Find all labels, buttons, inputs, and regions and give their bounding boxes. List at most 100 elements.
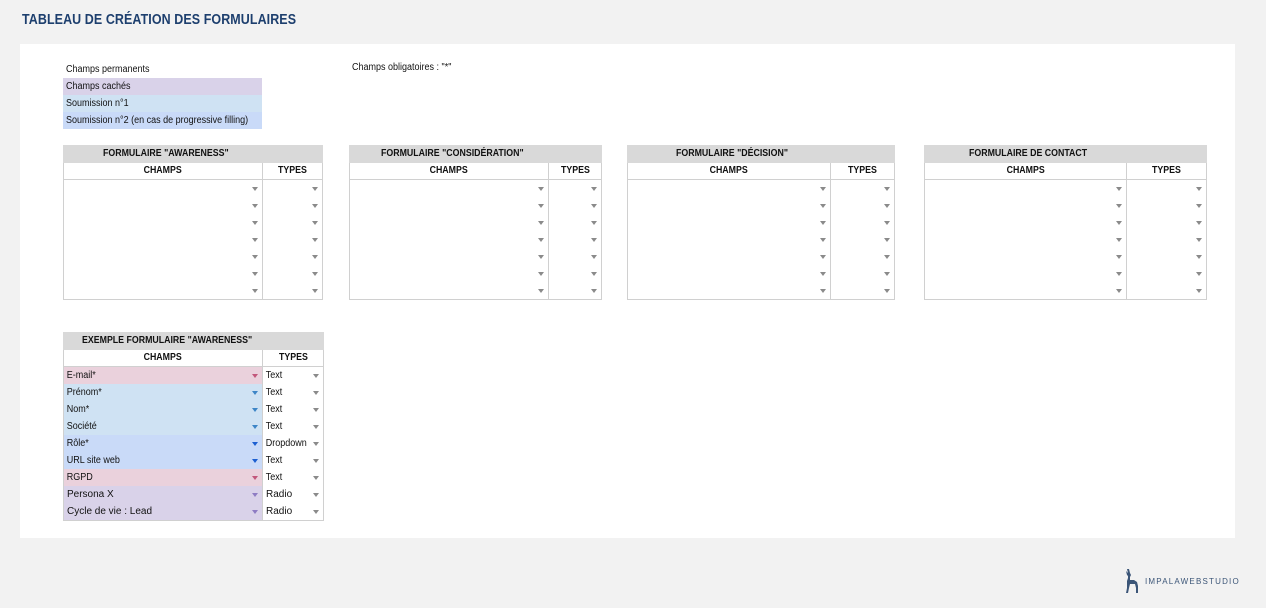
dropdown-arrow-icon[interactable]: [884, 238, 891, 242]
dropdown-arrow-icon[interactable]: [252, 187, 258, 191]
dropdown-arrow-icon[interactable]: [884, 221, 891, 225]
dropdown-arrow-icon[interactable]: [252, 442, 258, 446]
dropdown-arrow-icon[interactable]: [313, 391, 320, 395]
dropdown-arrow-icon[interactable]: [591, 221, 598, 225]
dropdown-arrow-icon[interactable]: [252, 221, 258, 225]
type-dropdown-cell[interactable]: [829, 282, 896, 300]
field-dropdown-cell[interactable]: [63, 179, 263, 197]
dropdown-arrow-icon[interactable]: [252, 289, 258, 293]
field-dropdown-cell[interactable]: Prénom*: [63, 384, 263, 401]
type-dropdown-cell[interactable]: [261, 231, 324, 248]
dropdown-arrow-icon[interactable]: [312, 204, 319, 208]
field-dropdown-cell[interactable]: [627, 231, 831, 248]
dropdown-arrow-icon[interactable]: [313, 442, 320, 446]
type-dropdown-cell[interactable]: [1126, 248, 1207, 265]
dropdown-arrow-icon[interactable]: [313, 374, 320, 378]
type-dropdown-cell[interactable]: Text: [261, 418, 325, 435]
field-dropdown-cell[interactable]: RGPD: [63, 469, 263, 486]
field-dropdown-cell[interactable]: [63, 214, 263, 231]
dropdown-arrow-icon[interactable]: [884, 272, 891, 276]
type-dropdown-cell[interactable]: Text: [261, 366, 325, 384]
dropdown-arrow-icon[interactable]: [1116, 187, 1122, 191]
dropdown-arrow-icon[interactable]: [591, 289, 598, 293]
type-dropdown-cell[interactable]: [547, 248, 603, 265]
dropdown-arrow-icon[interactable]: [591, 204, 598, 208]
dropdown-arrow-icon[interactable]: [252, 493, 258, 497]
dropdown-arrow-icon[interactable]: [538, 238, 544, 242]
dropdown-arrow-icon[interactable]: [820, 255, 826, 259]
field-dropdown-cell[interactable]: [627, 248, 831, 265]
dropdown-arrow-icon[interactable]: [313, 425, 320, 429]
field-dropdown-cell[interactable]: [627, 282, 831, 300]
type-dropdown-cell[interactable]: [1126, 179, 1207, 197]
dropdown-arrow-icon[interactable]: [1196, 289, 1202, 293]
dropdown-arrow-icon[interactable]: [538, 255, 544, 259]
dropdown-arrow-icon[interactable]: [312, 289, 319, 293]
dropdown-arrow-icon[interactable]: [252, 391, 258, 395]
dropdown-arrow-icon[interactable]: [1116, 272, 1122, 276]
field-dropdown-cell[interactable]: [627, 197, 831, 214]
type-dropdown-cell[interactable]: Dropdown: [261, 435, 325, 452]
type-dropdown-cell[interactable]: [829, 231, 896, 248]
dropdown-arrow-icon[interactable]: [1196, 272, 1202, 276]
type-dropdown-cell[interactable]: Text: [261, 384, 325, 401]
field-dropdown-cell[interactable]: [627, 214, 831, 231]
dropdown-arrow-icon[interactable]: [1116, 289, 1122, 293]
dropdown-arrow-icon[interactable]: [313, 459, 320, 463]
field-dropdown-cell[interactable]: [63, 197, 263, 214]
field-dropdown-cell[interactable]: [349, 231, 549, 248]
type-dropdown-cell[interactable]: [547, 282, 603, 300]
dropdown-arrow-icon[interactable]: [1196, 221, 1202, 225]
type-dropdown-cell[interactable]: [547, 265, 603, 282]
dropdown-arrow-icon[interactable]: [884, 187, 891, 191]
dropdown-arrow-icon[interactable]: [1196, 255, 1202, 259]
dropdown-arrow-icon[interactable]: [538, 187, 544, 191]
field-dropdown-cell[interactable]: [349, 248, 549, 265]
dropdown-arrow-icon[interactable]: [252, 476, 258, 480]
dropdown-arrow-icon[interactable]: [1196, 204, 1202, 208]
field-dropdown-cell[interactable]: [924, 282, 1127, 300]
dropdown-arrow-icon[interactable]: [820, 204, 826, 208]
type-dropdown-cell[interactable]: [261, 282, 324, 300]
type-dropdown-cell[interactable]: [829, 197, 896, 214]
dropdown-arrow-icon[interactable]: [313, 510, 320, 514]
dropdown-arrow-icon[interactable]: [252, 408, 258, 412]
dropdown-arrow-icon[interactable]: [252, 425, 258, 429]
field-dropdown-cell[interactable]: Société: [63, 418, 263, 435]
type-dropdown-cell[interactable]: [261, 179, 324, 197]
dropdown-arrow-icon[interactable]: [538, 221, 544, 225]
type-dropdown-cell[interactable]: [547, 197, 603, 214]
field-dropdown-cell[interactable]: URL site web: [63, 452, 263, 469]
type-dropdown-cell[interactable]: Radio: [261, 486, 325, 503]
dropdown-arrow-icon[interactable]: [1116, 238, 1122, 242]
field-dropdown-cell[interactable]: E-mail*: [63, 366, 263, 384]
type-dropdown-cell[interactable]: [1126, 231, 1207, 248]
dropdown-arrow-icon[interactable]: [312, 238, 319, 242]
field-dropdown-cell[interactable]: [924, 197, 1127, 214]
type-dropdown-cell[interactable]: [261, 197, 324, 214]
field-dropdown-cell[interactable]: [63, 231, 263, 248]
type-dropdown-cell[interactable]: [1126, 197, 1207, 214]
dropdown-arrow-icon[interactable]: [538, 289, 544, 293]
dropdown-arrow-icon[interactable]: [313, 493, 320, 497]
field-dropdown-cell[interactable]: Rôle*: [63, 435, 263, 452]
dropdown-arrow-icon[interactable]: [820, 187, 826, 191]
type-dropdown-cell[interactable]: Text: [261, 401, 325, 418]
dropdown-arrow-icon[interactable]: [1196, 238, 1202, 242]
dropdown-arrow-icon[interactable]: [820, 238, 826, 242]
dropdown-arrow-icon[interactable]: [538, 204, 544, 208]
dropdown-arrow-icon[interactable]: [252, 272, 258, 276]
field-dropdown-cell[interactable]: Persona X: [63, 486, 263, 503]
dropdown-arrow-icon[interactable]: [252, 510, 258, 514]
dropdown-arrow-icon[interactable]: [884, 204, 891, 208]
type-dropdown-cell[interactable]: [547, 231, 603, 248]
dropdown-arrow-icon[interactable]: [591, 187, 598, 191]
type-dropdown-cell[interactable]: [829, 179, 896, 197]
dropdown-arrow-icon[interactable]: [252, 459, 258, 463]
dropdown-arrow-icon[interactable]: [312, 187, 319, 191]
dropdown-arrow-icon[interactable]: [820, 221, 826, 225]
field-dropdown-cell[interactable]: [349, 265, 549, 282]
field-dropdown-cell[interactable]: [349, 197, 549, 214]
dropdown-arrow-icon[interactable]: [591, 255, 598, 259]
dropdown-arrow-icon[interactable]: [591, 238, 598, 242]
